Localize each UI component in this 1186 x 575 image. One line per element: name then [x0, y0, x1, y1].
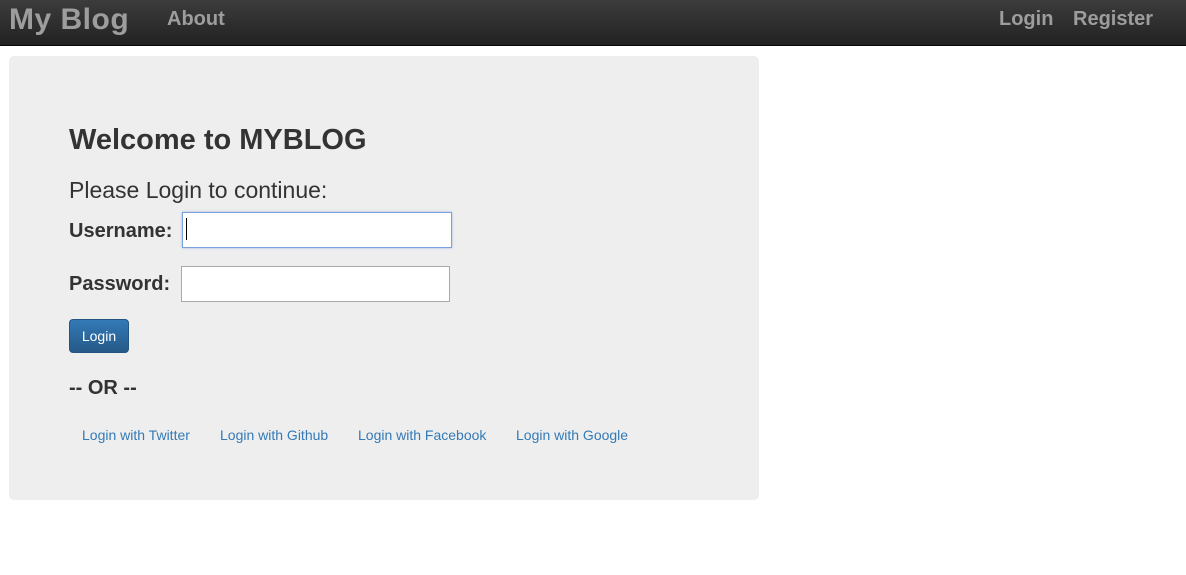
login-subtitle: Please Login to continue: — [69, 177, 328, 203]
brand-logo-link[interactable]: My Blog — [9, 1, 129, 39]
page-title: Welcome to MYBLOG — [69, 124, 367, 156]
login-with-google-link[interactable]: Login with Google — [516, 426, 628, 444]
login-panel: Welcome to MYBLOG Please Login to contin… — [9, 56, 759, 500]
username-input[interactable] — [182, 212, 452, 248]
login-with-facebook-link[interactable]: Login with Facebook — [358, 426, 486, 444]
nav-register-link[interactable]: Register — [1073, 7, 1153, 31]
or-divider-text: -- OR -- — [69, 377, 137, 399]
password-input[interactable] — [181, 266, 450, 302]
nav-login-link[interactable]: Login — [999, 7, 1053, 31]
top-navbar: My Blog About Login Register — [0, 0, 1186, 46]
text-cursor — [186, 218, 187, 240]
nav-about-link[interactable]: About — [167, 7, 225, 31]
login-button[interactable]: Login — [69, 319, 129, 353]
login-with-twitter-link[interactable]: Login with Twitter — [82, 426, 190, 444]
login-with-github-link[interactable]: Login with Github — [220, 426, 328, 444]
username-label: Username: — [69, 220, 173, 242]
password-label: Password: — [69, 273, 171, 295]
